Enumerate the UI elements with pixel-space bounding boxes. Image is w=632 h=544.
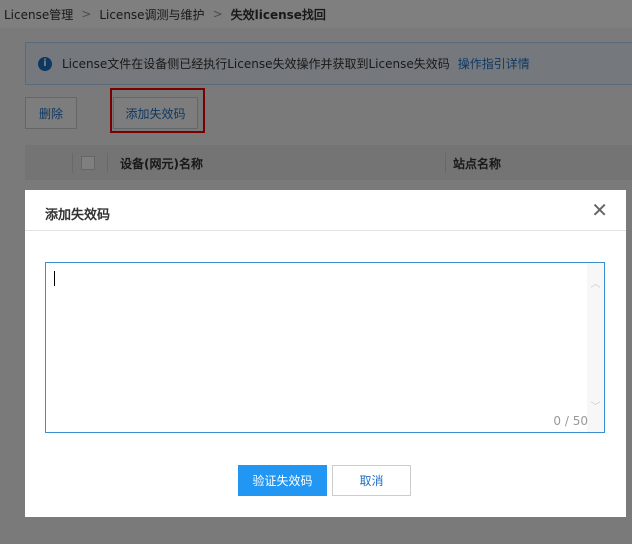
- dialog-title: 添加失效码: [45, 208, 111, 223]
- divider: [25, 230, 626, 231]
- char-counter: 0 / 50: [553, 414, 588, 428]
- close-icon[interactable]: ✕: [591, 198, 608, 222]
- scrollbar[interactable]: ︿ ﹀: [587, 263, 604, 432]
- scroll-up-icon[interactable]: ︿: [587, 275, 604, 290]
- scroll-down-icon[interactable]: ﹀: [587, 398, 604, 413]
- text-caret: [54, 271, 55, 286]
- cancel-button[interactable]: 取消: [332, 465, 411, 496]
- add-invalid-code-dialog: 添加失效码 ✕ ︿ ﹀ 0 / 50 验证失效码 取消: [25, 190, 626, 517]
- invalid-code-textarea[interactable]: ︿ ﹀ 0 / 50: [45, 262, 605, 433]
- verify-button[interactable]: 验证失效码: [238, 465, 327, 496]
